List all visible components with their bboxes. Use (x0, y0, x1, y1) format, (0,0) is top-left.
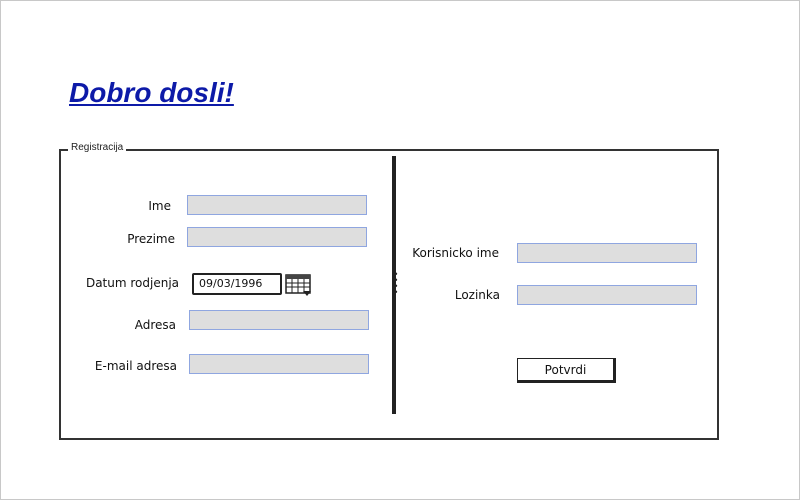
registration-legend: Registracija (68, 142, 127, 154)
username-input[interactable] (517, 243, 697, 263)
username-label: Korisnicko ime (412, 246, 499, 260)
password-input[interactable] (517, 285, 697, 305)
address-input[interactable] (189, 310, 369, 330)
submit-button[interactable]: Potvrdi (517, 358, 616, 383)
address-label: Adresa (134, 318, 176, 332)
last-name-label: Prezime (127, 232, 175, 246)
page: Dobro dosli! Registracija Ime Prezime Da… (0, 0, 800, 500)
first-name-label: Ime (148, 199, 171, 213)
last-name-input[interactable] (187, 227, 367, 247)
drag-handle-icon[interactable]: • • • • (394, 270, 398, 297)
birthdate-field[interactable]: 09/03/1996 (192, 273, 282, 295)
birthdate-label: Datum rodjenja (85, 276, 179, 290)
page-title: Dobro dosli! (69, 77, 234, 108)
email-input[interactable] (189, 354, 369, 374)
calendar-icon[interactable] (285, 273, 313, 297)
first-name-input[interactable] (187, 195, 367, 215)
email-label: E-mail adresa (94, 359, 177, 373)
password-label: Lozinka (454, 288, 500, 302)
